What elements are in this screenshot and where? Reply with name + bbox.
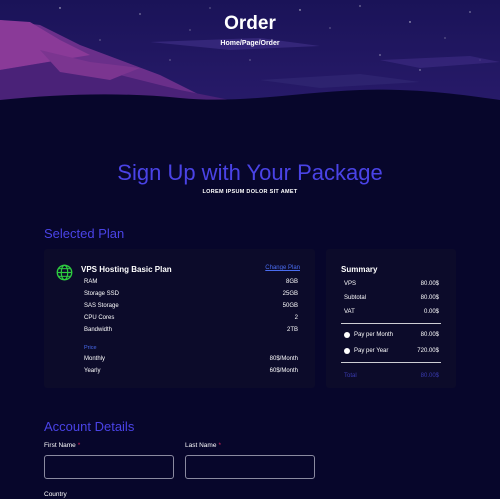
summary-label: VAT xyxy=(344,309,355,315)
price-row-monthly: Monthly 80$/Month xyxy=(84,356,298,365)
summary-title: Summary xyxy=(341,265,378,274)
breadcrumb-current: Order xyxy=(260,40,280,47)
total-label: Total xyxy=(344,373,357,379)
summary-row-vat: VAT 0.00$ xyxy=(344,309,439,315)
last-name-label-text: Last Name xyxy=(185,442,217,449)
spec-label: Storage SSD xyxy=(84,291,120,297)
section-title: Sign Up with Your Package xyxy=(117,160,383,185)
spec-row: SAS Storage 50GB xyxy=(84,303,298,312)
summary-label: Subtotal xyxy=(344,295,367,301)
radio-button[interactable] xyxy=(344,348,350,354)
option-label: Pay per Year xyxy=(354,348,389,354)
radio-label[interactable]: Pay per Year xyxy=(344,348,388,354)
first-name-input[interactable] xyxy=(44,455,174,479)
first-name-label: First Name * xyxy=(44,442,80,449)
price-value-monthly: 80$/Month xyxy=(269,356,298,362)
globe-icon xyxy=(56,264,73,281)
hero-banner: Order Home/Page/Order xyxy=(0,0,500,130)
breadcrumb-page-link[interactable]: Page xyxy=(242,40,259,47)
price-row-yearly: Yearly 60$/Month xyxy=(84,368,298,377)
first-name-label-text: First Name xyxy=(44,442,76,449)
pay-per-month-option[interactable]: Pay per Month 80.00$ xyxy=(344,332,439,338)
spec-row: CPU Cores 2 xyxy=(84,315,298,324)
summary-divider xyxy=(341,362,441,363)
required-mark: * xyxy=(77,442,81,449)
plan-card: VPS Hosting Basic Plan Change Plan RAM 8… xyxy=(44,249,315,388)
last-name-input[interactable] xyxy=(185,455,315,479)
option-value: 720.00$ xyxy=(417,348,439,354)
last-name-label: Last Name * xyxy=(185,442,221,449)
spec-value: 8GB xyxy=(285,279,298,285)
account-details-heading: Account Details xyxy=(44,419,135,434)
spec-value: 2 xyxy=(294,315,298,321)
summary-value: 80.00$ xyxy=(420,295,439,301)
spec-label: RAM xyxy=(84,279,98,285)
spec-row: Storage SSD 25GB xyxy=(84,291,298,300)
required-mark: * xyxy=(218,442,221,449)
price-value-yearly: 60$/Month xyxy=(269,368,298,374)
section-subtitle: LOREM IPSUM DOLOR SIT AMET xyxy=(202,189,298,195)
breadcrumb-home-link[interactable]: Home xyxy=(220,40,239,47)
summary-row-subtotal: Subtotal 80.00$ xyxy=(344,295,439,301)
summary-divider xyxy=(341,323,441,324)
option-value: 80.00$ xyxy=(420,332,439,338)
total-value: 80.00$ xyxy=(420,373,439,379)
plan-name: VPS Hosting Basic Plan xyxy=(81,265,172,274)
change-plan-link[interactable]: Change Plan xyxy=(265,265,300,271)
pay-per-year-option[interactable]: Pay per Year 720.00$ xyxy=(344,348,439,354)
country-label: Country xyxy=(44,491,67,498)
spec-value: 2TB xyxy=(286,327,298,333)
spec-value: 50GB xyxy=(282,303,298,309)
spec-label: SAS Storage xyxy=(84,303,119,309)
summary-row-vps: VPS 80.00$ xyxy=(344,281,439,287)
price-label: Price xyxy=(84,345,97,351)
spec-label: CPU Cores xyxy=(84,315,115,321)
breadcrumb: Home/Page/Order xyxy=(0,40,500,47)
spec-label: Bandwidth xyxy=(84,327,113,333)
summary-value: 80.00$ xyxy=(420,281,439,287)
radio-label[interactable]: Pay per Month xyxy=(344,332,393,338)
summary-total-row: Total 80.00$ xyxy=(344,373,439,379)
page-title: Order xyxy=(224,13,276,34)
spec-value: 25GB xyxy=(282,291,298,297)
radio-button[interactable] xyxy=(344,332,350,338)
price-label-yearly: Yearly xyxy=(84,368,101,374)
spec-row: RAM 8GB xyxy=(84,279,298,288)
summary-card: Summary VPS 80.00$ Subtotal 80.00$ VAT 0… xyxy=(326,249,456,388)
price-label-monthly: Monthly xyxy=(84,356,106,362)
option-label: Pay per Month xyxy=(354,332,394,338)
selected-plan-heading: Selected Plan xyxy=(44,226,125,241)
summary-value: 0.00$ xyxy=(423,309,439,315)
spec-row: Bandwidth 2TB xyxy=(84,327,298,336)
summary-label: VPS xyxy=(344,281,357,287)
